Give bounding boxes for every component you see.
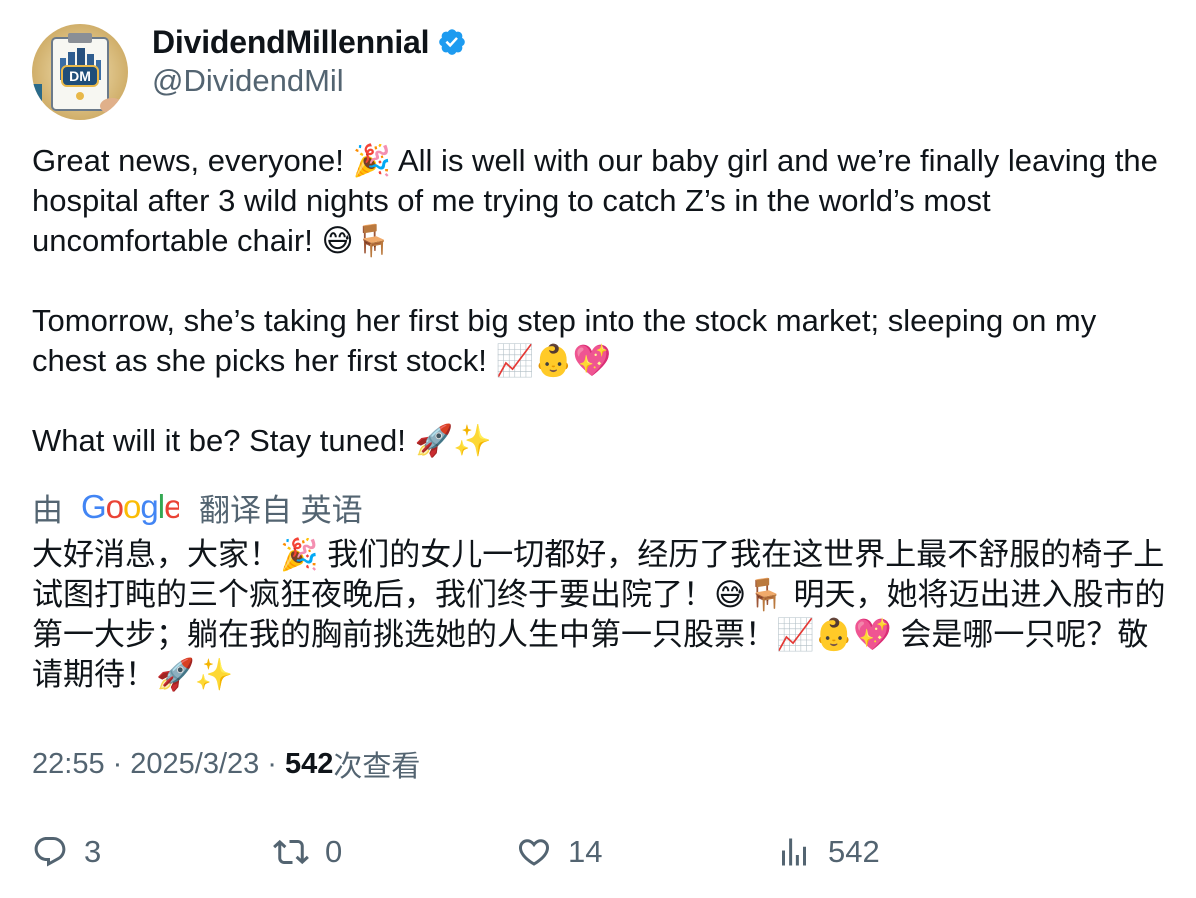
retweet-button[interactable]: 0 (273, 830, 342, 874)
verified-badge-icon[interactable] (437, 27, 467, 57)
tweet-paragraph: Great news, everyone! 🎉 All is well with… (32, 143, 1167, 258)
reply-button[interactable]: 3 (32, 830, 101, 874)
tweet-meta: 22:55 · 2025/3/23 · 542 次查看 (32, 744, 420, 784)
like-count: 14 (568, 834, 603, 869)
translation-attribution[interactable]: 由 Google 翻译自 英语 (32, 487, 363, 528)
tweet-paragraph: Tomorrow, she’s taking her first big ste… (32, 303, 1105, 378)
author-name-row: DividendMillennial (152, 22, 467, 62)
avatar-initials: DM (69, 68, 91, 84)
google-logo-icon: Google (81, 487, 182, 527)
tweet-date[interactable]: 2025/3/23 (130, 748, 259, 781)
views-button[interactable]: 542 (776, 830, 880, 874)
tweet-actions: 3 0 14 542 (32, 830, 1172, 874)
tweet-time[interactable]: 22:55 (32, 748, 105, 781)
reply-count: 3 (84, 834, 102, 869)
retweet-icon (273, 839, 309, 865)
svg-text:Google: Google (81, 488, 179, 525)
views-action-count: 542 (828, 834, 880, 869)
heart-icon (518, 839, 550, 866)
reply-icon (34, 837, 66, 867)
views-count: 542 (284, 747, 334, 780)
translated-text: 大好消息，大家！🎉 我们的女儿一切都好，经历了我在这世界上最不舒服的椅子上试图打… (32, 537, 1166, 692)
views-label: 次查看 (333, 751, 421, 783)
translation-prefix: 由 (32, 492, 63, 528)
like-button[interactable]: 14 (516, 830, 602, 874)
analytics-icon (782, 838, 806, 866)
author-handle[interactable]: @DividendMil (152, 62, 467, 100)
avatar-image: DM (32, 24, 128, 120)
translation-suffix: 翻译自 英语 (199, 492, 363, 528)
retweet-count: 0 (325, 834, 343, 869)
tweet-text: Great news, everyone! 🎉 All is well with… (32, 141, 1172, 461)
tweet-paragraph: What will it be? Stay tuned! 🚀✨ (32, 423, 492, 458)
meta-separator: · (267, 747, 277, 780)
tweet-author: DividendMillennial @DividendMil (152, 22, 467, 100)
meta-separator: · (112, 747, 123, 780)
avatar[interactable]: DM (32, 24, 128, 120)
author-display-name[interactable]: DividendMillennial (152, 24, 430, 61)
